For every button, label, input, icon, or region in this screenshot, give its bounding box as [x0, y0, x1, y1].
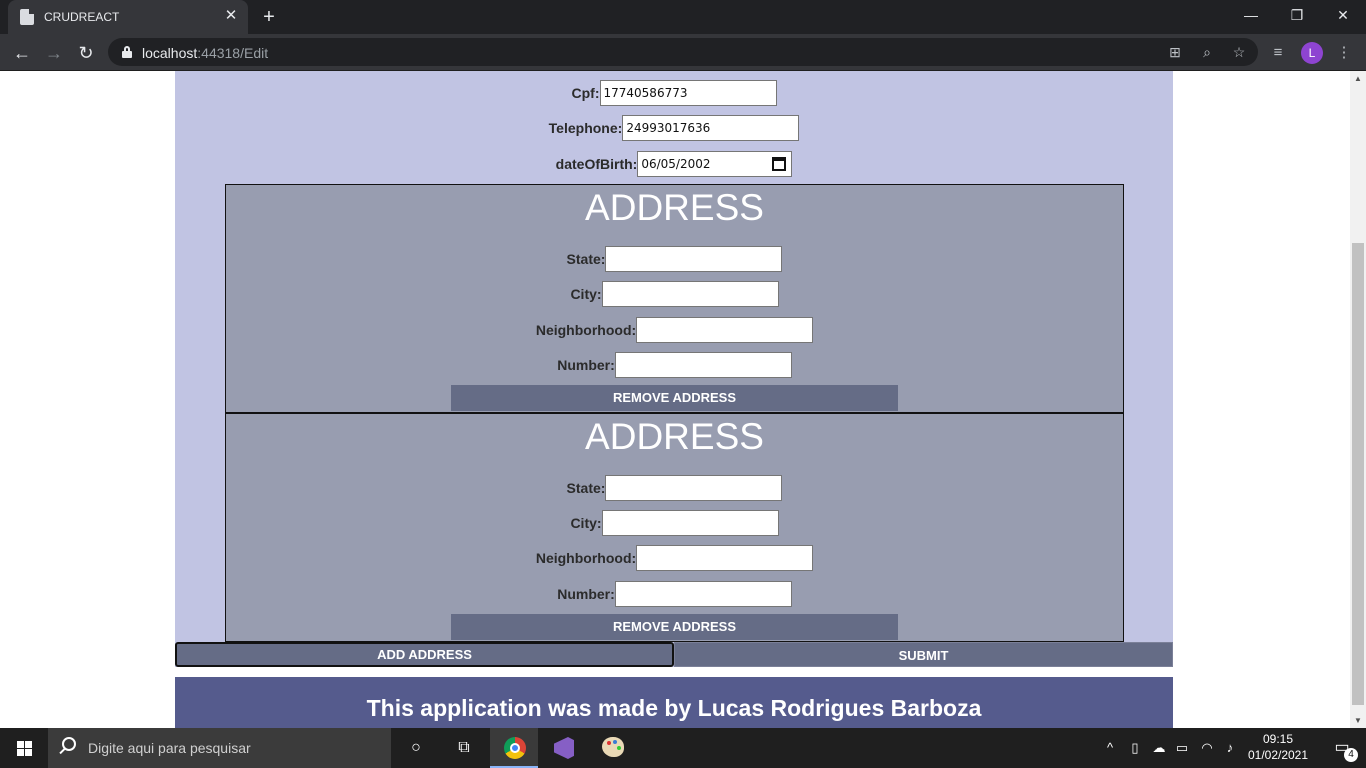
dob-label: dateOfBirth:: [555, 156, 638, 172]
browser-tab-bar: CRUDREACT ✕ + — ❐ ✕: [0, 0, 1366, 34]
clock-date: 01/02/2021: [1247, 748, 1309, 762]
vertical-scrollbar[interactable]: ▲ ▼: [1350, 71, 1366, 728]
restore-window-button[interactable]: ❐: [1274, 0, 1320, 32]
neighborhood-row: Neighborhood:: [226, 317, 1123, 343]
close-window-button[interactable]: ✕: [1320, 0, 1366, 32]
neighborhood-label: Neighborhood:: [535, 322, 637, 338]
media-queue-icon[interactable]: ≡: [1268, 43, 1288, 63]
edit-form-panel: Cpf: Telephone: dateOfBirth:06/05/2002 A…: [175, 71, 1173, 667]
number-label: Number:: [557, 586, 615, 602]
wifi-icon[interactable]: ◠: [1196, 728, 1218, 768]
city-label: City:: [570, 286, 602, 302]
bookmark-star-icon[interactable]: ☆: [1230, 43, 1248, 61]
zoom-icon[interactable]: ⌕: [1198, 43, 1216, 61]
windows-taskbar: Digite aqui para pesquisar ○ ⧉ ^ ▯ ☁ ▭ ◠…: [0, 728, 1366, 768]
remove-address-button[interactable]: REMOVE ADDRESS: [451, 385, 898, 411]
telephone-label: Telephone:: [548, 120, 623, 136]
profile-avatar[interactable]: L: [1301, 42, 1323, 64]
url-text[interactable]: localhost:44318/Edit: [142, 45, 268, 61]
cpf-label: Cpf:: [571, 85, 600, 101]
number-row: Number:: [226, 352, 1123, 378]
neighborhood-row: Neighborhood:: [226, 545, 1123, 571]
windows-logo-icon: [17, 741, 32, 756]
search-icon: [62, 737, 76, 751]
translate-icon[interactable]: ⊞: [1166, 43, 1184, 61]
city-input[interactable]: [601, 281, 779, 307]
notification-center-icon[interactable]: ▭ 4: [1322, 728, 1362, 768]
remove-address-button[interactable]: REMOVE ADDRESS: [451, 614, 898, 640]
onedrive-cloud-icon[interactable]: ☁: [1148, 728, 1170, 768]
browser-toolbar: ← → ↻ localhost:44318/Edit ⊞ ⌕ ☆ ≡ L ⋮: [0, 34, 1366, 71]
search-placeholder: Digite aqui para pesquisar: [88, 740, 251, 756]
add-address-button[interactable]: ADD ADDRESS: [175, 642, 674, 667]
dob-row: dateOfBirth: 06/05/2002: [175, 151, 1173, 177]
new-tab-button[interactable]: +: [258, 6, 280, 28]
tab-title: CRUDREACT: [44, 10, 120, 24]
page-icon: [20, 9, 34, 25]
state-row: State:: [226, 246, 1123, 272]
visual-studio-icon: [554, 737, 574, 759]
show-hidden-icons-chevron-icon[interactable]: ^: [1100, 728, 1120, 768]
city-input[interactable]: [601, 510, 779, 536]
device-icon[interactable]: ▯: [1125, 728, 1145, 768]
state-label: State:: [566, 480, 606, 496]
neighborhood-label: Neighborhood:: [535, 550, 637, 566]
form-actions: ADD ADDRESS SUBMIT: [175, 642, 1173, 668]
lock-icon[interactable]: [122, 46, 132, 58]
city-row: City:: [226, 281, 1123, 307]
number-input[interactable]: [614, 352, 792, 378]
visual-studio-taskbar-button[interactable]: [539, 728, 587, 768]
browser-tab[interactable]: CRUDREACT ✕: [8, 0, 248, 34]
telephone-input[interactable]: [622, 115, 800, 141]
number-input[interactable]: [614, 581, 792, 607]
reload-icon[interactable]: ↻: [73, 40, 99, 66]
address-card: ADDRESS State: City: Neighborhood: Numbe…: [225, 184, 1124, 413]
calendar-icon[interactable]: [772, 157, 787, 171]
cpf-input[interactable]: [599, 80, 777, 106]
volume-icon[interactable]: ♪: [1220, 728, 1240, 768]
date-of-birth-input[interactable]: 06/05/2002: [637, 151, 793, 177]
page-footer: This application was made by Lucas Rodri…: [175, 677, 1173, 728]
number-label: Number:: [557, 357, 615, 373]
scroll-down-arrow-icon[interactable]: ▼: [1354, 716, 1362, 725]
minimize-window-button[interactable]: —: [1228, 0, 1274, 32]
clock-time: 09:15: [1262, 732, 1294, 746]
state-input[interactable]: [605, 475, 783, 501]
cortana-icon[interactable]: ○: [392, 728, 440, 768]
paint-icon: [602, 737, 624, 757]
task-view-icon[interactable]: ⧉: [440, 728, 488, 768]
address-bar[interactable]: localhost:44318/Edit ⊞ ⌕ ☆: [108, 38, 1258, 66]
date-value: 06/05/2002: [641, 157, 711, 171]
city-label: City:: [570, 515, 602, 531]
telephone-row: Telephone:: [175, 115, 1173, 141]
address-title: ADDRESS: [585, 187, 764, 228]
submit-button[interactable]: SUBMIT: [674, 642, 1173, 667]
neighborhood-input[interactable]: [636, 317, 814, 343]
back-arrow-icon[interactable]: ←: [9, 40, 35, 66]
start-button[interactable]: [0, 728, 48, 768]
footer-text: This application was made by Lucas Rodri…: [366, 695, 982, 721]
number-row: Number:: [226, 581, 1123, 607]
chrome-taskbar-button[interactable]: [490, 728, 538, 768]
scroll-up-arrow-icon[interactable]: ▲: [1354, 74, 1362, 83]
state-label: State:: [566, 251, 606, 267]
paint-taskbar-button[interactable]: [588, 728, 636, 768]
state-input[interactable]: [605, 246, 783, 272]
notification-badge: 4: [1344, 748, 1358, 762]
address-title: ADDRESS: [585, 416, 764, 457]
state-row: State:: [226, 475, 1123, 501]
close-tab-icon[interactable]: ✕: [222, 7, 240, 25]
city-row: City:: [226, 510, 1123, 536]
forward-arrow-icon[interactable]: →: [41, 40, 67, 66]
cpf-row: Cpf:: [175, 80, 1173, 106]
neighborhood-input[interactable]: [636, 545, 814, 571]
taskbar-search-box[interactable]: Digite aqui para pesquisar: [48, 728, 391, 768]
taskbar-clock[interactable]: 09:15 01/02/2021: [1240, 731, 1316, 763]
page-viewport: Cpf: Telephone: dateOfBirth:06/05/2002 A…: [0, 71, 1350, 728]
chrome-icon: [504, 737, 526, 759]
scroll-thumb[interactable]: [1352, 243, 1364, 705]
menu-kebab-icon[interactable]: ⋮: [1334, 43, 1354, 63]
address-card: ADDRESS State: City: Neighborhood: Numbe…: [225, 413, 1124, 642]
battery-icon[interactable]: ▭: [1172, 728, 1192, 768]
